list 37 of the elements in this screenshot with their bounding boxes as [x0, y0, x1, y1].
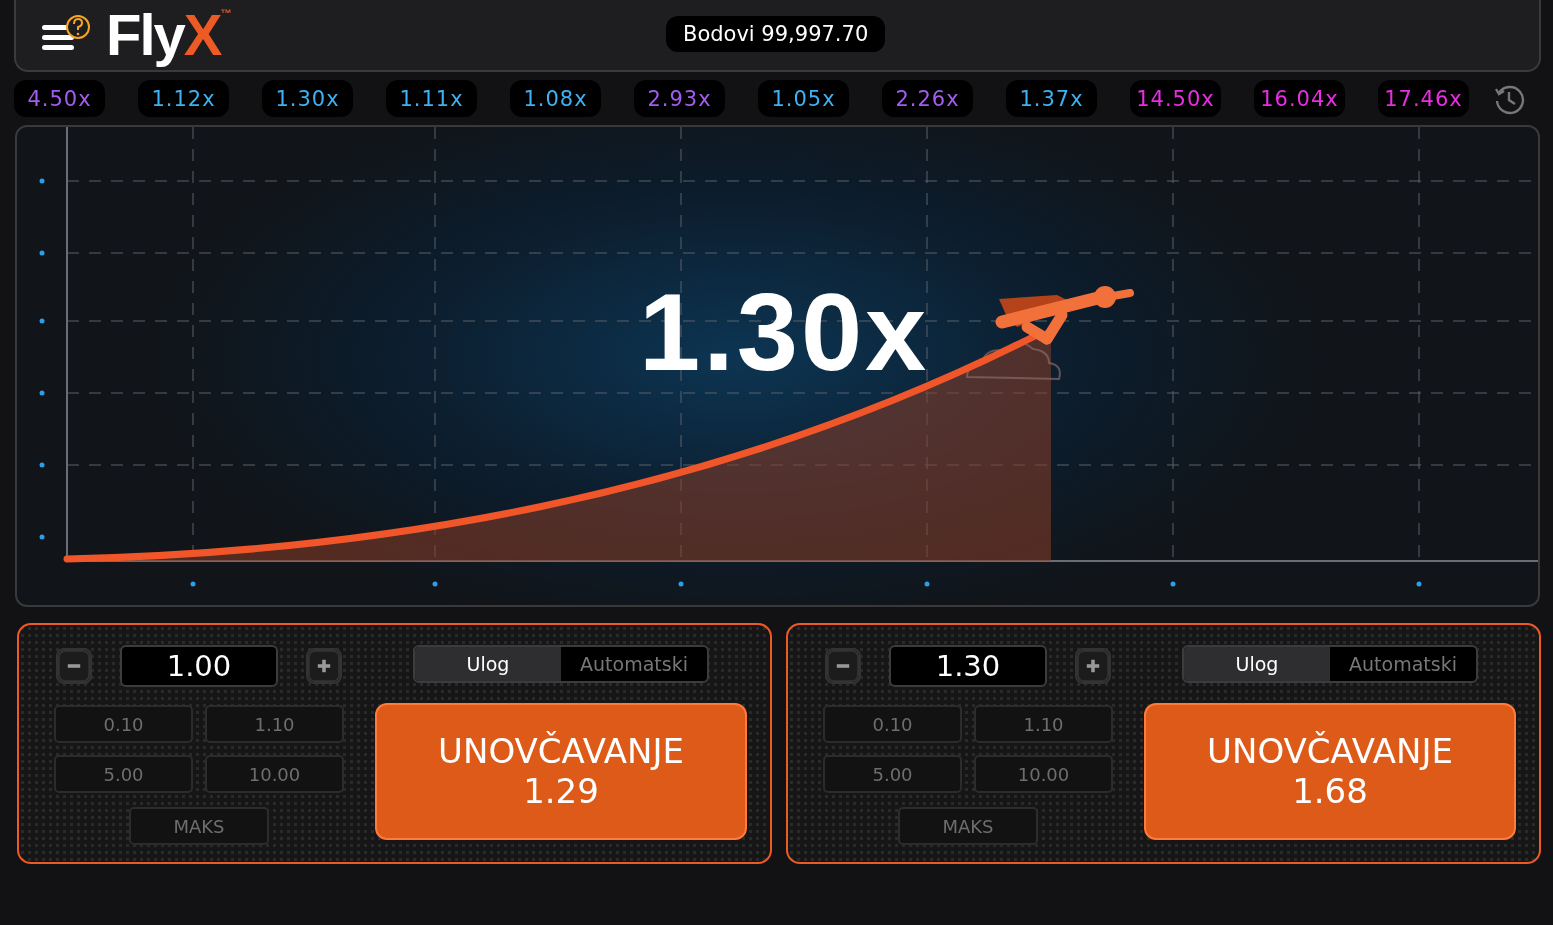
- multiplier-chip: 2.93x: [634, 80, 725, 117]
- multiplier-chip: 17.46x: [1378, 80, 1469, 117]
- minus-button[interactable]: [825, 648, 861, 684]
- multiplier-chip: 1.30x: [262, 80, 353, 117]
- multiplier-chip: 4.50x: [14, 80, 105, 117]
- bet-amount-field[interactable]: 1.00: [120, 645, 278, 687]
- cloud-icon: [966, 341, 1061, 380]
- multiplier-chip: 1.37x: [1006, 80, 1097, 117]
- quick-amount-button[interactable]: 10.00: [205, 755, 344, 793]
- quick-amount-button[interactable]: 0.10: [823, 705, 962, 743]
- multiplier-chip: 1.05x: [758, 80, 849, 117]
- multiplier-chip: 1.08x: [510, 80, 601, 117]
- balance-display: Bodovi 99,997.70: [666, 16, 886, 52]
- minus-button[interactable]: [56, 648, 92, 684]
- multiplier-chip: 14.50x: [1130, 80, 1221, 117]
- quick-amount-button[interactable]: 0.10: [54, 705, 193, 743]
- mode-tab[interactable]: Ulog: [415, 647, 561, 681]
- multiplier-chip: 1.11x: [386, 80, 477, 117]
- bet-amount-field[interactable]: 1.30: [889, 645, 1047, 687]
- mode-tab[interactable]: Automatski: [1330, 647, 1476, 681]
- mode-tab[interactable]: Ulog: [1184, 647, 1330, 681]
- current-multiplier: 1.30x: [639, 277, 930, 387]
- max-button[interactable]: MAKS: [129, 807, 269, 845]
- max-button[interactable]: MAKS: [898, 807, 1038, 845]
- plus-button[interactable]: [306, 648, 342, 684]
- cashout-button[interactable]: UNOVČAVANJE 1.29: [375, 703, 747, 840]
- multiplier-chip: 1.12x: [138, 80, 229, 117]
- quick-amount-button[interactable]: 1.10: [205, 705, 344, 743]
- plus-button[interactable]: [1075, 648, 1111, 684]
- mode-tab[interactable]: Automatski: [561, 647, 707, 681]
- quick-amount-button[interactable]: 5.00: [823, 755, 962, 793]
- multiplier-chip: 2.26x: [882, 80, 973, 117]
- multiplier-chip: 16.04x: [1254, 80, 1345, 117]
- cashout-button[interactable]: UNOVČAVANJE 1.68: [1144, 703, 1516, 840]
- quick-amount-button[interactable]: 1.10: [974, 705, 1113, 743]
- quick-amount-button[interactable]: 5.00: [54, 755, 193, 793]
- quick-amount-button[interactable]: 10.00: [974, 755, 1113, 793]
